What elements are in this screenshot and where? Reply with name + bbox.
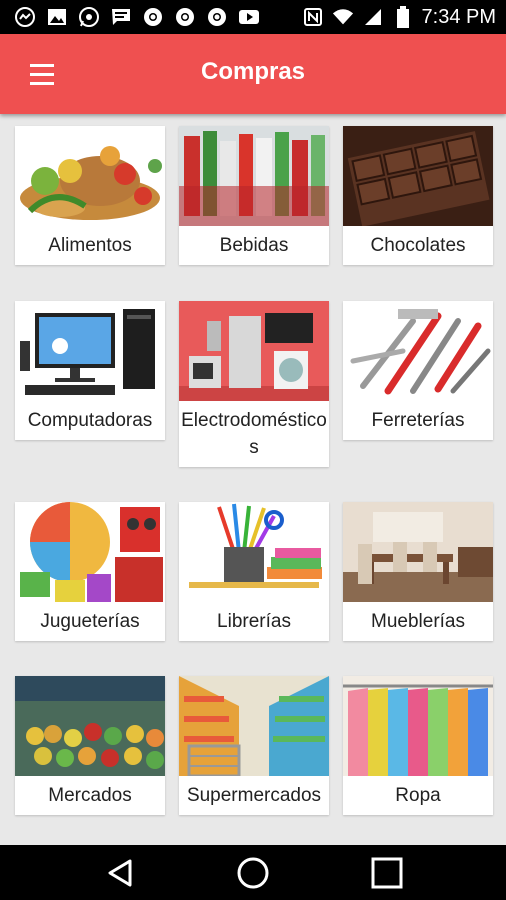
category-label: Electrodomésticos (181, 410, 327, 458)
messenger-icon (14, 6, 36, 28)
category-label: Bebidas (219, 235, 289, 256)
category-card-mercados[interactable]: Mercados (15, 676, 165, 815)
youtube-icon (238, 6, 260, 28)
clothes-image (343, 676, 493, 776)
back-icon (108, 859, 132, 887)
computer-image (15, 301, 165, 401)
category-label: Ferreterías (371, 410, 465, 431)
chrome-icon (174, 6, 196, 28)
category-card-bebidas[interactable]: Bebidas (179, 126, 329, 265)
battery-icon (392, 6, 414, 28)
furniture-image (343, 502, 493, 602)
page-title: Compras (200, 58, 306, 85)
message-icon (110, 6, 132, 28)
app-bar: Compras (0, 34, 506, 114)
supermarket-image (179, 676, 329, 776)
category-label: Librerías (217, 611, 291, 632)
category-card-supermercados[interactable]: Supermercados (179, 676, 329, 815)
category-card-ropa[interactable]: Ropa (343, 676, 493, 815)
home-icon (237, 857, 269, 889)
back-button[interactable] (100, 855, 140, 891)
chocolate-image (343, 126, 493, 226)
category-card-mueblerias[interactable]: Mueblerías (343, 502, 493, 641)
tools-image (343, 301, 493, 401)
nfc-icon (302, 6, 324, 28)
category-card-electrodomesticos[interactable]: Electrodomésticos (179, 301, 329, 467)
category-label: Alimentos (48, 235, 132, 256)
system-icons: 7:34 PM (302, 6, 506, 29)
home-button[interactable] (233, 855, 273, 891)
category-label: Mueblerías (371, 611, 465, 632)
recents-button[interactable] (366, 855, 406, 891)
clock: 7:34 PM (421, 5, 496, 28)
drinks-image (179, 126, 329, 226)
stationery-image (179, 502, 329, 602)
signal-icon (362, 6, 384, 28)
food-image (15, 126, 165, 226)
whatsapp-icon (78, 6, 100, 28)
category-card-alimentos[interactable]: Alimentos (15, 126, 165, 265)
market-image (15, 676, 165, 776)
chrome-icon (142, 6, 164, 28)
recents-icon (371, 857, 403, 889)
notification-icons (0, 6, 260, 28)
wifi-icon (332, 6, 354, 28)
category-label: Mercados (48, 785, 132, 806)
toys-image (15, 502, 165, 602)
category-label: Supermercados (186, 785, 322, 806)
category-card-ferreterias[interactable]: Ferreterías (343, 301, 493, 440)
gallery-icon (46, 6, 68, 28)
category-label: Jugueterías (40, 611, 140, 632)
chrome-icon (206, 6, 228, 28)
category-card-chocolates[interactable]: Chocolates (343, 126, 493, 265)
category-label: Chocolates (370, 235, 466, 256)
navigation-bar (0, 845, 506, 900)
category-card-computadoras[interactable]: Computadoras (15, 301, 165, 440)
category-label: Ropa (395, 785, 441, 806)
status-bar: 7:34 PM (0, 0, 506, 34)
appliances-image (179, 301, 329, 401)
category-grid: Alimentos Bebidas Chocolates Computadora… (0, 114, 506, 845)
category-label: Computadoras (27, 410, 153, 431)
category-card-librerias[interactable]: Librerías (179, 502, 329, 641)
category-card-jugueterias[interactable]: Jugueterías (15, 502, 165, 641)
